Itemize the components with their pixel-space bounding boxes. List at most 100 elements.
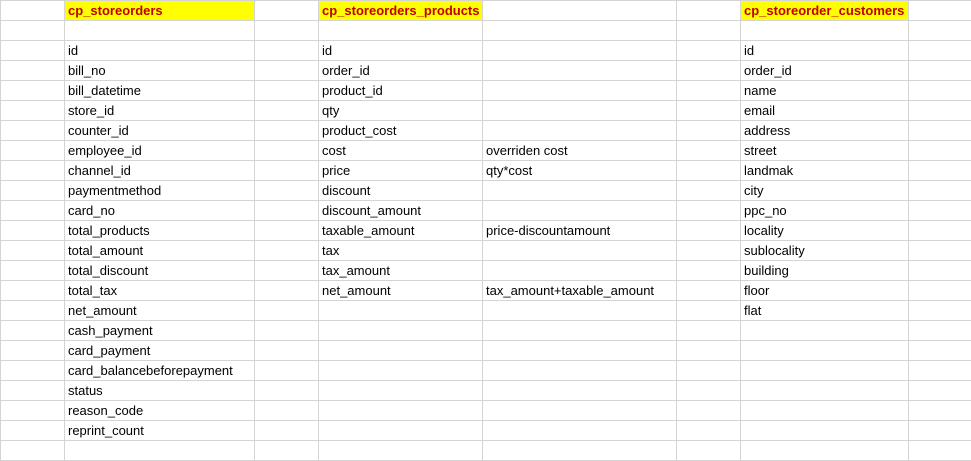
cell[interactable]	[908, 240, 971, 261]
cell[interactable]	[318, 340, 483, 361]
header-cell-products[interactable]: cp_storeorders_products	[318, 0, 483, 21]
cell[interactable]	[482, 20, 677, 41]
cell[interactable]	[254, 140, 319, 161]
products-field-cell[interactable]: net_amount	[318, 280, 483, 301]
cell[interactable]	[676, 320, 741, 341]
cell[interactable]	[0, 160, 65, 181]
cell[interactable]	[0, 140, 65, 161]
cell[interactable]	[676, 340, 741, 361]
cell[interactable]	[908, 380, 971, 401]
header-cell-customers[interactable]: cp_storeorder_customers	[740, 0, 909, 21]
cell[interactable]	[482, 180, 677, 201]
products-field-cell[interactable]: cost	[318, 140, 483, 161]
cell[interactable]	[254, 100, 319, 121]
customers-field-cell[interactable]: city	[740, 180, 909, 201]
cell[interactable]	[908, 180, 971, 201]
cell[interactable]	[0, 440, 65, 461]
cell[interactable]	[482, 80, 677, 101]
cell[interactable]	[740, 380, 909, 401]
cell[interactable]	[0, 0, 65, 21]
products-note-cell[interactable]: tax_amount+taxable_amount	[482, 280, 677, 301]
cell[interactable]	[0, 320, 65, 341]
cell[interactable]	[318, 320, 483, 341]
cell[interactable]	[0, 420, 65, 441]
cell[interactable]	[908, 340, 971, 361]
cell[interactable]	[908, 160, 971, 181]
storeorders-field-cell[interactable]: card_balancebeforepayment	[64, 360, 255, 381]
storeorders-field-cell[interactable]: counter_id	[64, 120, 255, 141]
cell[interactable]	[0, 360, 65, 381]
products-note-cell[interactable]: qty*cost	[482, 160, 677, 181]
cell[interactable]	[0, 180, 65, 201]
cell[interactable]	[676, 80, 741, 101]
cell[interactable]	[908, 260, 971, 281]
products-field-cell[interactable]: id	[318, 40, 483, 61]
customers-field-cell[interactable]: building	[740, 260, 909, 281]
storeorders-field-cell[interactable]: reason_code	[64, 400, 255, 421]
cell[interactable]	[908, 320, 971, 341]
cell[interactable]	[254, 400, 319, 421]
cell[interactable]	[0, 380, 65, 401]
cell[interactable]	[908, 300, 971, 321]
customers-field-cell[interactable]: email	[740, 100, 909, 121]
cell[interactable]	[740, 420, 909, 441]
customers-field-cell[interactable]: order_id	[740, 60, 909, 81]
cell[interactable]	[676, 160, 741, 181]
storeorders-field-cell[interactable]: employee_id	[64, 140, 255, 161]
cell[interactable]	[254, 60, 319, 81]
cell[interactable]	[318, 420, 483, 441]
header-cell-storeorders[interactable]: cp_storeorders	[64, 0, 255, 21]
cell[interactable]	[0, 80, 65, 101]
storeorders-field-cell[interactable]: bill_datetime	[64, 80, 255, 101]
storeorders-field-cell[interactable]: card_no	[64, 200, 255, 221]
cell[interactable]	[908, 60, 971, 81]
products-field-cell[interactable]: discount_amount	[318, 200, 483, 221]
cell[interactable]	[318, 360, 483, 381]
cell[interactable]	[482, 360, 677, 381]
cell[interactable]	[482, 120, 677, 141]
customers-field-cell[interactable]: ppc_no	[740, 200, 909, 221]
storeorders-field-cell[interactable]: channel_id	[64, 160, 255, 181]
cell[interactable]	[482, 420, 677, 441]
cell[interactable]	[64, 20, 255, 41]
cell[interactable]	[740, 340, 909, 361]
cell[interactable]	[0, 40, 65, 61]
cell[interactable]	[482, 40, 677, 61]
products-note-cell[interactable]: overriden cost	[482, 140, 677, 161]
cell[interactable]	[908, 440, 971, 461]
cell[interactable]	[254, 260, 319, 281]
cell[interactable]	[676, 280, 741, 301]
cell[interactable]	[676, 40, 741, 61]
cell[interactable]	[908, 420, 971, 441]
cell[interactable]	[0, 300, 65, 321]
cell[interactable]	[254, 420, 319, 441]
cell[interactable]	[318, 20, 483, 41]
cell[interactable]	[254, 160, 319, 181]
cell[interactable]	[676, 300, 741, 321]
cell[interactable]	[676, 220, 741, 241]
cell[interactable]	[64, 440, 255, 461]
storeorders-field-cell[interactable]: bill_no	[64, 60, 255, 81]
cell[interactable]	[0, 220, 65, 241]
customers-field-cell[interactable]: flat	[740, 300, 909, 321]
cell[interactable]	[908, 40, 971, 61]
cell[interactable]	[676, 440, 741, 461]
cell[interactable]	[482, 60, 677, 81]
cell[interactable]	[0, 260, 65, 281]
cell[interactable]	[908, 80, 971, 101]
products-field-cell[interactable]: discount	[318, 180, 483, 201]
storeorders-field-cell[interactable]: total_amount	[64, 240, 255, 261]
cell[interactable]	[318, 300, 483, 321]
customers-field-cell[interactable]: name	[740, 80, 909, 101]
cell[interactable]	[254, 80, 319, 101]
cell[interactable]	[0, 240, 65, 261]
cell[interactable]	[254, 40, 319, 61]
cell[interactable]	[482, 340, 677, 361]
cell[interactable]	[254, 0, 319, 21]
storeorders-field-cell[interactable]: cash_payment	[64, 320, 255, 341]
cell[interactable]	[482, 100, 677, 121]
cell[interactable]	[482, 300, 677, 321]
products-field-cell[interactable]: order_id	[318, 60, 483, 81]
storeorders-field-cell[interactable]: reprint_count	[64, 420, 255, 441]
customers-field-cell[interactable]: address	[740, 120, 909, 141]
